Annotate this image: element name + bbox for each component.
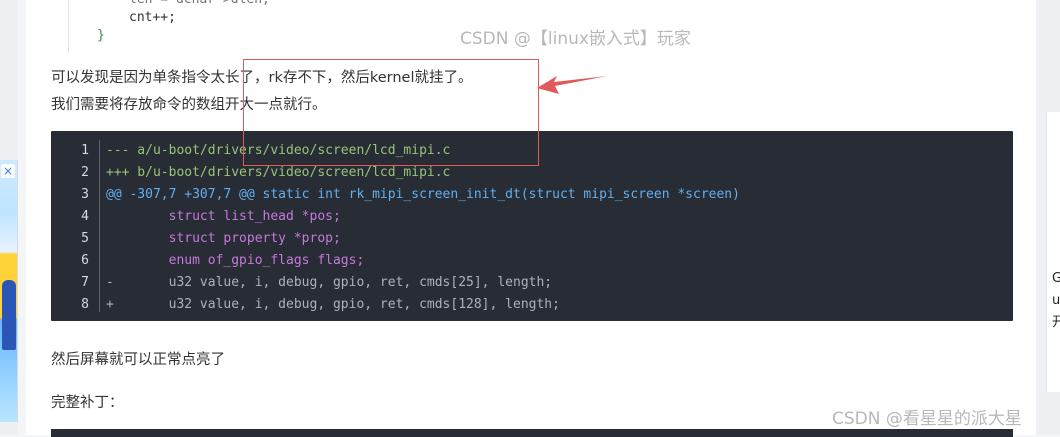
- line-number: 3: [81, 187, 89, 202]
- line-number: 6: [81, 253, 89, 268]
- line-number: 8: [81, 297, 89, 312]
- code-line: len = dchar->dlen;: [69, 0, 369, 9]
- code-row: 5 struct property *prop;: [51, 228, 1013, 250]
- code-line: @@ -307,7 +307,7 @@ static int rk_mipi_s…: [106, 187, 740, 202]
- line-number: 5: [81, 231, 89, 246]
- line-number: 4: [81, 209, 89, 224]
- right-sidebar-char: 开: [1052, 315, 1060, 330]
- line-number: 2: [81, 165, 89, 180]
- code-line: - u32 value, i, debug, gpio, ret, cmds[2…: [106, 275, 553, 290]
- right-sidebar-char: u: [1052, 293, 1060, 308]
- code-row: 3 @@ -307,7 +307,7 @@ static int rk_mipi…: [51, 184, 1013, 206]
- code-line: enum of_gpio_flags flags;: [106, 253, 365, 268]
- line-number: 7: [81, 275, 89, 290]
- ad-cartoon-figure: [2, 280, 16, 350]
- watermark-bottom: CSDN @看星星的派大星: [832, 409, 1022, 429]
- side-advertisement[interactable]: ×: [0, 160, 18, 422]
- previous-code-snippet: len = dchar->dlen; cnt++; }: [68, 0, 369, 53]
- paragraph-result: 然后屏幕就可以正常点亮了: [51, 352, 225, 368]
- right-sidebar-card[interactable]: [1046, 112, 1060, 392]
- watermark-top: CSDN @【linux嵌入式】玩家: [460, 29, 691, 49]
- annotation-arrow-icon: [537, 76, 607, 94]
- code-row: 7 - u32 value, i, debug, gpio, ret, cmds…: [51, 272, 1013, 294]
- paragraph-full-patch-heading: 完整补丁：: [51, 395, 124, 411]
- code-row: 8 + u32 value, i, debug, gpio, ret, cmds…: [51, 294, 1013, 316]
- ad-close-icon[interactable]: ×: [1, 164, 15, 178]
- code-line: struct list_head *pos;: [106, 209, 341, 224]
- code-gutter-divider: [99, 140, 100, 312]
- code-row: 4 struct list_head *pos;: [51, 206, 1013, 228]
- code-line: }: [97, 28, 105, 43]
- code-line: struct property *prop;: [106, 231, 341, 246]
- code-row: 6 enum of_gpio_flags flags;: [51, 250, 1013, 272]
- code-line: cnt++;: [129, 10, 176, 25]
- right-sidebar-text: G u 开: [1052, 268, 1060, 334]
- line-number: 1: [81, 143, 89, 158]
- code-line: + u32 value, i, debug, gpio, ret, cmds[1…: [106, 297, 560, 312]
- full-patch-code-block[interactable]: [51, 429, 1013, 437]
- annotation-highlight-box: [243, 59, 539, 166]
- right-sidebar-char: G: [1052, 271, 1060, 286]
